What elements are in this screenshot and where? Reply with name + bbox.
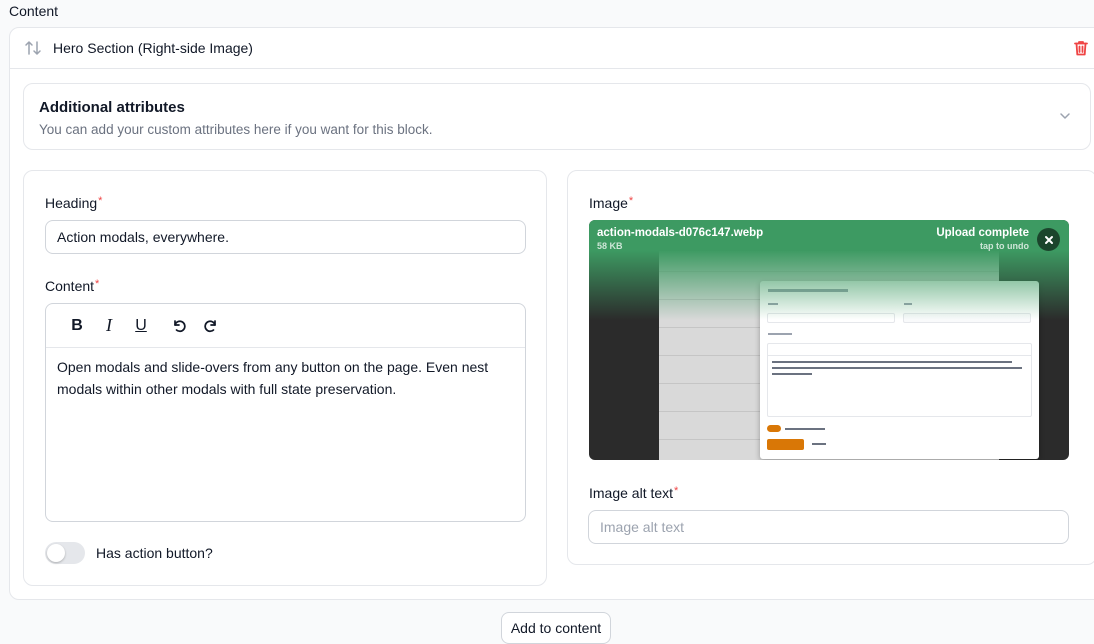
file-name: action-modals-d076c147.webp <box>597 227 764 239</box>
image-fields-card: Image* action-modals-d076c147.webp 58 KB… <box>567 170 1094 565</box>
redo-icon[interactable] <box>195 312 227 340</box>
content-label: Content* <box>45 278 100 294</box>
sort-icon[interactable] <box>24 39 42 57</box>
trash-icon[interactable] <box>1072 39 1090 57</box>
heading-input[interactable]: Action modals, everywhere. <box>45 220 526 254</box>
undo-icon[interactable] <box>163 312 195 340</box>
heading-label: Heading* <box>45 195 103 211</box>
required-mark: * <box>628 195 634 207</box>
bold-icon[interactable]: B <box>61 312 93 340</box>
add-to-content-button[interactable]: Add to content <box>501 612 611 644</box>
italic-icon[interactable]: I <box>93 312 125 340</box>
editor-content[interactable]: Open modals and slide-overs from any but… <box>46 348 525 408</box>
block-header[interactable]: Hero Section (Right-side Image) <box>10 28 1094 69</box>
content-block: Hero Section (Right-side Image) Addition… <box>9 27 1094 600</box>
image-label: Image* <box>589 195 634 211</box>
upload-status: Upload complete <box>936 227 1029 239</box>
toggle-knob <box>47 544 65 562</box>
section-label: Content <box>9 3 59 19</box>
required-mark: * <box>674 485 679 497</box>
chevron-down-icon[interactable] <box>1058 109 1072 123</box>
alt-text-input[interactable]: Image alt text <box>588 510 1069 544</box>
image-upload-preview[interactable]: action-modals-d076c147.webp 58 KB Upload… <box>589 220 1069 460</box>
alt-text-label: Image alt text* <box>589 485 679 501</box>
underline-icon[interactable]: U <box>125 312 157 340</box>
attributes-description: You can add your custom attributes here … <box>39 122 433 137</box>
required-mark: * <box>98 195 103 207</box>
attributes-title: Additional attributes <box>39 99 185 116</box>
required-mark: * <box>95 278 100 290</box>
additional-attributes-panel[interactable]: Additional attributes You can add your c… <box>23 83 1091 150</box>
toggle-label: Has action button? <box>96 545 213 561</box>
text-fields-card: Heading* Action modals, everywhere. Cont… <box>23 170 547 586</box>
editor-toolbar: B I U <box>46 304 525 348</box>
action-button-toggle[interactable] <box>45 542 85 564</box>
block-title: Hero Section (Right-side Image) <box>53 40 253 56</box>
undo-hint[interactable]: tap to undo <box>980 241 1029 251</box>
close-icon[interactable] <box>1037 228 1060 251</box>
content-editor[interactable]: B I U Open modals and slide-overs from a… <box>45 303 526 522</box>
file-size: 58 KB <box>597 241 623 251</box>
